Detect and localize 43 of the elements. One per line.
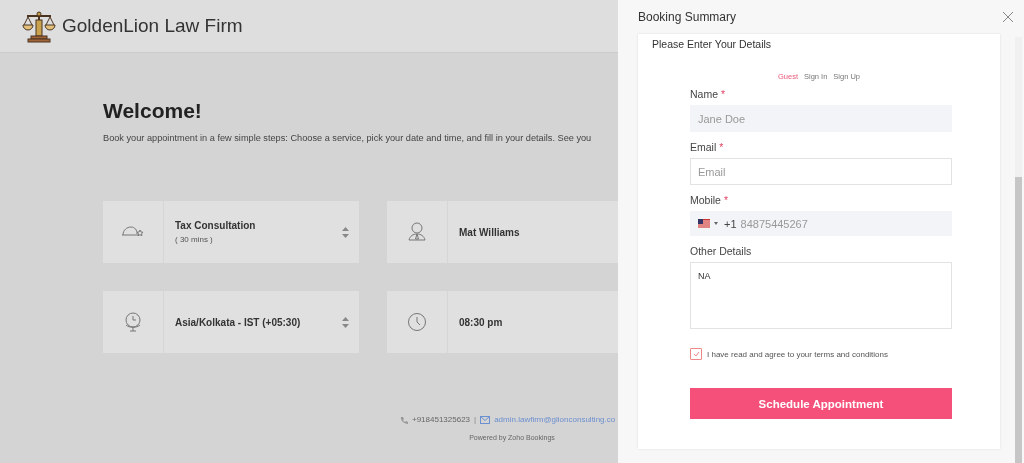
card-title: 08:30 pm (459, 316, 504, 328)
check-icon (692, 351, 700, 357)
welcome-heading: Welcome! (103, 99, 203, 123)
checkbox[interactable] (690, 348, 702, 360)
card-title: Mat Williams (459, 226, 521, 238)
us-flag-icon (698, 219, 710, 228)
scales-of-justice-logo (22, 9, 56, 43)
separator: | (474, 415, 477, 424)
caret-icon (714, 222, 718, 225)
card-subtitle: ( 30 mins ) (175, 235, 214, 244)
text-field[interactable]: Jane Doe (690, 105, 952, 132)
phone-number: +918451325623 (412, 415, 471, 424)
card-title: Asia/Kolkata - IST (+05:30) (175, 316, 302, 328)
text-field[interactable]: Email (690, 158, 952, 185)
required-mark: * (719, 141, 724, 153)
phone-field[interactable]: +1 84875445267 (690, 211, 952, 236)
clock-icon (407, 312, 427, 332)
required-mark: * (723, 194, 729, 206)
phone-input[interactable]: 84875445267 (740, 217, 901, 230)
field-label: Other Details (690, 245, 752, 257)
field-label: Email (690, 141, 717, 153)
scrollbar[interactable] (1015, 37, 1022, 463)
firm-name: GoldenLion Law Firm (62, 15, 243, 37)
intro-text: Book your appointment in a few simple steps: Choose a service, pick your date and time, and fill in your details. See you (103, 133, 593, 143)
field-label: Mobile (690, 194, 721, 206)
select-card[interactable]: Tax Consultation ( 30 mins ) (103, 201, 359, 263)
globe-clock-icon (123, 311, 143, 333)
sort-arrows-icon (342, 226, 349, 238)
mail-icon (480, 415, 491, 424)
terms-label: I have read and agree to your terms and conditions (707, 349, 888, 359)
select-card[interactable]: Asia/Kolkata - IST (+05:30) (103, 291, 359, 353)
info-card[interactable]: 08:30 pm (387, 291, 618, 353)
field-label: Name (690, 88, 718, 100)
close-icon[interactable] (1002, 11, 1014, 23)
info-card[interactable]: Mat Williams (387, 201, 618, 263)
phone-icon (400, 415, 408, 424)
sort-arrows-icon (342, 316, 349, 328)
person-icon (407, 221, 427, 243)
card-title: Tax Consultation (175, 220, 257, 231)
section-title: Please Enter Your Details (652, 38, 773, 50)
details-field[interactable]: NA (690, 262, 952, 329)
panel-title: Booking Summary (638, 10, 737, 24)
required-mark: * (721, 88, 726, 100)
